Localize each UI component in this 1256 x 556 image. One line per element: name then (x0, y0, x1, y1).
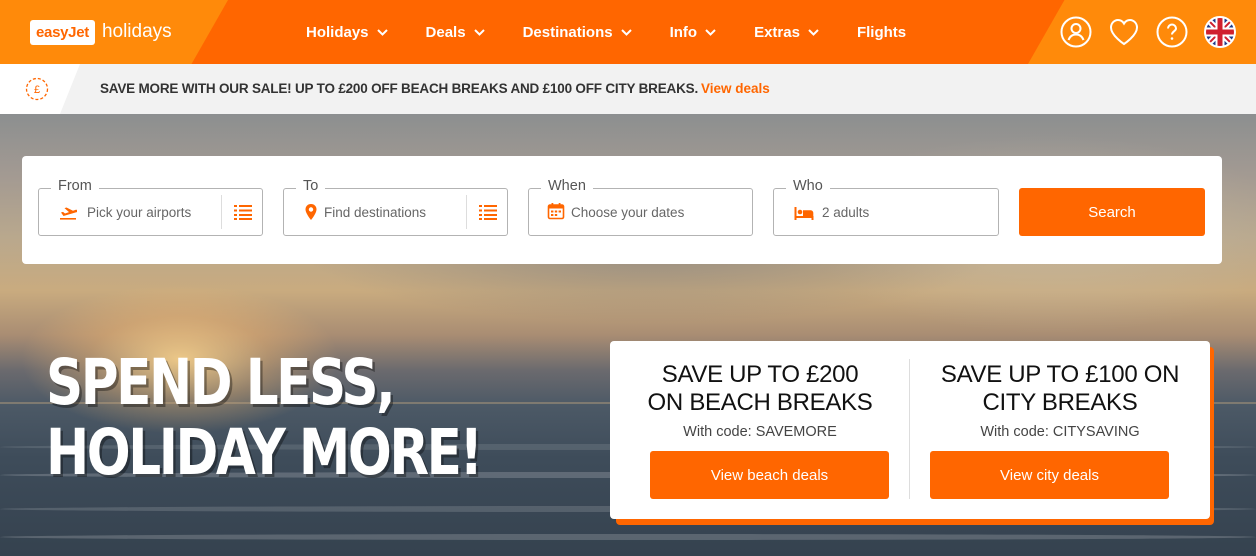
nav-item-label: Deals (425, 23, 466, 41)
sale-banner-text: SAVE MORE WITH OUR SALE! UP TO £200 OFF … (100, 81, 698, 96)
from-airport-field[interactable]: From Pick your airports (38, 178, 263, 236)
heart-icon[interactable] (1107, 15, 1140, 48)
chevron-down-icon (808, 28, 819, 36)
beach-offer-title-line-1: SAVE UP TO £200 (661, 361, 859, 388)
beach-offer-title-line-2: ON BEACH BREAKS (647, 389, 873, 416)
nav-item-label: Info (669, 23, 698, 41)
uk-flag-icon[interactable] (1203, 15, 1236, 48)
nav-item-label: Destinations (522, 23, 613, 41)
chevron-down-icon (705, 28, 716, 36)
pound-coin-icon: £ (25, 77, 49, 101)
beach-offer-code: With code: SAVEMORE (683, 424, 837, 440)
when-field-placeholder: Choose your dates (571, 205, 685, 220)
location-pin-icon (305, 204, 317, 220)
bed-icon (794, 207, 814, 220)
header-icon-group (1059, 15, 1236, 48)
city-offer-title-line-1: SAVE UP TO £100 ON (940, 361, 1180, 388)
who-field-label: Who (786, 178, 830, 194)
offers-card: SAVE UP TO £200 ON BEACH BREAKS With cod… (610, 341, 1210, 519)
sale-banner: £ SAVE MORE WITH OUR SALE! UP TO £200 OF… (0, 64, 1256, 114)
nav-item-extras[interactable]: Extras (754, 24, 819, 41)
nav-item-deals[interactable]: Deals (426, 24, 485, 41)
logo-badge: easyJet (30, 19, 95, 45)
view-deals-link[interactable]: View deals (701, 81, 770, 96)
hero-wave (0, 534, 1256, 540)
nav-item-flights[interactable]: Flights (857, 24, 906, 41)
from-field-label: From (51, 178, 99, 194)
holiday-search-form: From Pick your airports To Find destinat… (22, 156, 1222, 264)
help-icon[interactable] (1155, 15, 1188, 48)
hero-headline: SPEND LESS, HOLIDAY MORE! (46, 346, 483, 489)
guests-field[interactable]: Who 2 adults (773, 178, 999, 236)
plane-takeoff-icon (60, 207, 77, 220)
chevron-down-icon (473, 28, 485, 36)
site-header: easyJet holidays Holidays Deals Destinat… (0, 0, 1256, 64)
who-field-value: 2 adults (822, 205, 870, 220)
nav-item-label: Extras (754, 23, 800, 41)
chevron-down-icon (376, 28, 388, 36)
city-offer-title-line-2: CITY BREAKS (982, 389, 1138, 416)
calendar-icon (547, 203, 565, 220)
view-city-deals-button[interactable]: View city deals (930, 451, 1169, 499)
list-icon[interactable] (234, 204, 252, 220)
when-field-label: When (541, 178, 593, 194)
nav-item-info[interactable]: Info (670, 24, 717, 41)
main-nav: Holidays Deals Destinations Info Extras … (306, 0, 944, 64)
logo-wordmark: holidays (101, 21, 172, 42)
to-field-label: To (296, 178, 326, 194)
account-icon[interactable] (1059, 15, 1092, 48)
view-beach-deals-button[interactable]: View beach deals (650, 451, 889, 499)
svg-text:£: £ (34, 84, 40, 96)
dates-field[interactable]: When Choose your dates (528, 178, 753, 236)
city-offer-code: With code: CITYSAVING (980, 424, 1140, 440)
city-offer: SAVE UP TO £100 ON CITY BREAKS With code… (910, 341, 1210, 519)
hero-headline-line-1: SPEND LESS, (46, 346, 396, 419)
beach-offer: SAVE UP TO £200 ON BEACH BREAKS With cod… (610, 341, 910, 519)
chevron-down-icon (620, 28, 632, 36)
nav-item-holidays[interactable]: Holidays (306, 24, 388, 41)
field-divider (221, 195, 222, 229)
beach-offer-title: SAVE UP TO £200 ON BEACH BREAKS (610, 361, 910, 417)
from-field-placeholder: Pick your airports (87, 205, 192, 220)
city-offer-title: SAVE UP TO £100 ON CITY BREAKS (910, 361, 1210, 417)
nav-item-label: Holidays (306, 23, 369, 41)
search-button[interactable]: Search (1019, 188, 1205, 236)
easyjet-holidays-logo[interactable]: easyJet holidays (30, 18, 172, 46)
nav-item-label: Flights (856, 23, 907, 41)
field-divider (466, 195, 467, 229)
hero-headline-line-2: HOLIDAY MORE! (46, 416, 483, 489)
list-icon[interactable] (479, 204, 497, 220)
to-field-placeholder: Find destinations (324, 205, 427, 220)
nav-item-destinations[interactable]: Destinations (523, 24, 632, 41)
destination-field[interactable]: To Find destinations (283, 178, 508, 236)
